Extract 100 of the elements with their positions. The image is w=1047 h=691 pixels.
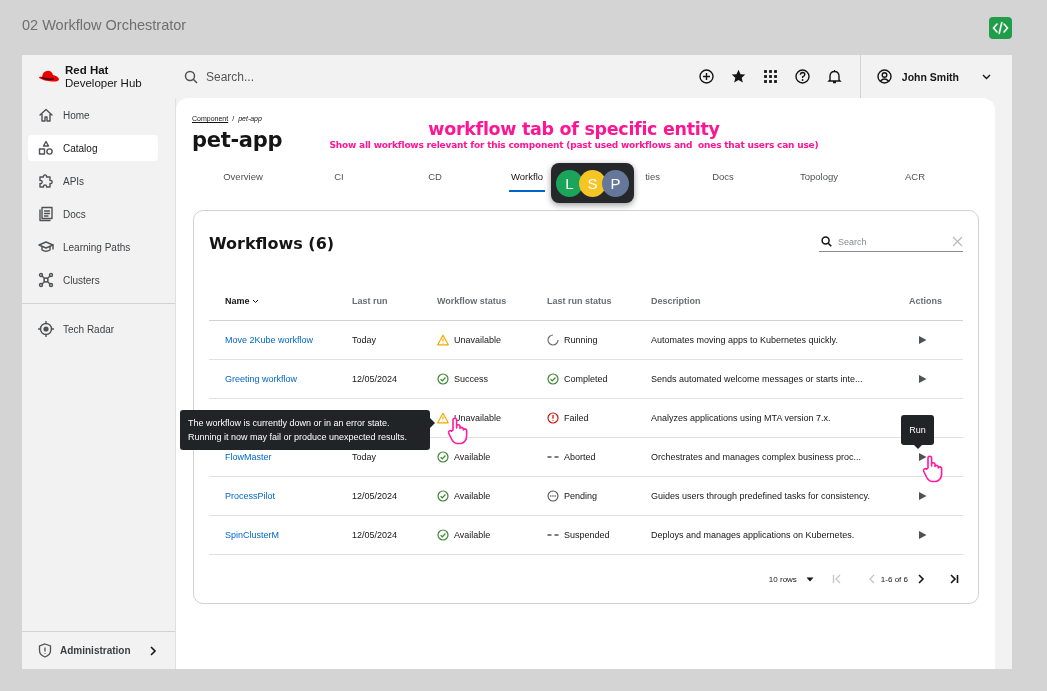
nav-item[interactable]: Docs	[28, 201, 158, 227]
description-text: Sends automated welcome messages or starts inte...	[651, 374, 863, 384]
admin-nav-item[interactable]: Administration	[22, 631, 175, 669]
workflow-link[interactable]: FlowMaster	[225, 452, 272, 462]
tab[interactable]: Workflo	[509, 163, 546, 192]
status-label: Available	[454, 491, 491, 501]
hand-cursor-icon	[922, 455, 944, 483]
entity-title: pet-app	[192, 128, 284, 152]
tab[interactable]: CI	[332, 163, 346, 192]
description-text: Guides users through predefined tasks for consistency.	[651, 491, 870, 501]
shield-icon	[38, 643, 52, 658]
tab[interactable]: ACR	[902, 163, 928, 192]
user-name[interactable]: John Smith	[901, 70, 959, 83]
workflow-link[interactable]: ProcessPilot	[225, 491, 276, 501]
hat-logo-icon	[38, 68, 60, 85]
tab[interactable]: CD	[426, 163, 444, 192]
status-label: Suspended	[564, 530, 610, 540]
collaborator-avatar[interactable]: P	[602, 169, 629, 197]
shapes-icon	[38, 140, 54, 156]
last-page-icon[interactable]	[949, 574, 959, 584]
column-header[interactable]: Description	[651, 296, 701, 306]
play-icon[interactable]	[918, 374, 927, 384]
canvas-title: 02 Workflow Orchestrator	[22, 17, 187, 35]
check-circle-icon	[437, 490, 449, 502]
status-label: Running	[564, 335, 598, 345]
search-field[interactable]: Search	[819, 232, 963, 252]
nav-item[interactable]: Home	[28, 102, 158, 128]
rows-per-page[interactable]: 10 rows	[768, 574, 797, 584]
error-circle-icon	[547, 412, 559, 424]
play-icon[interactable]	[918, 335, 927, 345]
brand-name: Red Hat	[65, 63, 110, 77]
plus-circle-icon[interactable]	[698, 69, 714, 84]
spinner-icon	[547, 334, 559, 346]
target-icon	[38, 321, 54, 337]
graduation-cap-icon	[38, 239, 54, 255]
status-label: Available	[454, 530, 491, 540]
grid-icon[interactable]	[762, 69, 778, 84]
tab[interactable]: ties	[643, 163, 662, 192]
description-text: Analyzes applications using MTA version 7.x.	[651, 413, 831, 423]
check-circle-icon	[547, 373, 559, 385]
column-header[interactable]: Last run	[352, 296, 388, 306]
user-avatar-icon	[876, 69, 892, 84]
search-icon[interactable]	[184, 69, 198, 84]
home-icon	[38, 107, 54, 123]
status-label: Aborted	[564, 452, 596, 462]
nav-item[interactable]: Tech Radar	[28, 316, 158, 342]
nav-item[interactable]: Catalog	[28, 135, 158, 161]
check-circle-icon	[437, 451, 449, 463]
last-run-date: 12/05/2024	[352, 530, 398, 540]
brand-name: Developer Hub	[65, 76, 142, 90]
dots-circle-icon	[547, 490, 559, 502]
description-text: Automates moving apps to Kubernetes quickly.	[651, 335, 838, 345]
last-run-date: 12/05/2024	[352, 374, 398, 384]
status-label: Unavailable	[454, 413, 502, 423]
play-icon[interactable]	[918, 530, 927, 540]
tab[interactable]: Topology	[798, 163, 840, 192]
workflow-link[interactable]: Greeting workflow	[225, 374, 298, 384]
annotation-note: Show all workflows relevant for this component (past used workflows and ones that users can use)	[329, 140, 819, 150]
search-icon	[821, 236, 832, 247]
sort-caret-icon	[251, 297, 259, 305]
card-title: Workflows (6)	[209, 232, 335, 253]
status-label: Success	[454, 374, 488, 384]
workflow-link[interactable]: SpinClusterM	[225, 530, 280, 540]
check-circle-icon	[437, 529, 449, 541]
help-icon[interactable]	[794, 69, 810, 84]
star-icon[interactable]	[730, 69, 746, 84]
caret-down-icon[interactable]	[805, 576, 814, 582]
tab[interactable]: Docs	[710, 163, 736, 192]
chevron-right-icon	[149, 645, 157, 656]
status-label: Pending	[564, 491, 598, 501]
nav-item[interactable]: Learning Paths	[28, 234, 158, 260]
column-header[interactable]: Last run status	[547, 296, 612, 306]
page-range: 1-6 of 6	[880, 574, 908, 584]
status-label: Completed	[564, 374, 608, 384]
code-icon[interactable]	[989, 16, 1012, 39]
column-header[interactable]: Name	[225, 296, 259, 306]
description-text: Orchestrates and manages complex business proc...	[651, 452, 862, 462]
play-icon[interactable]	[918, 452, 927, 462]
play-icon[interactable]	[918, 491, 927, 501]
status-label: Failed	[564, 413, 589, 423]
documents-icon	[38, 206, 54, 222]
bell-icon[interactable]	[826, 69, 842, 84]
nav-item[interactable]: Clusters	[28, 267, 158, 293]
warning-tooltip: The workflow is currently down or in an error state. Running it now may fail or produce unexpected results.	[180, 410, 435, 450]
check-circle-icon	[437, 373, 449, 385]
search-placeholder[interactable]: Search...	[206, 69, 255, 84]
last-run-date: Today	[352, 335, 377, 345]
nav-item[interactable]: APIs	[28, 168, 158, 194]
workflow-link[interactable]: Move 2Kube workflow	[225, 335, 314, 345]
annotation-heading: workflow tab of specific entity	[428, 119, 720, 139]
run-tooltip: Run	[901, 415, 934, 449]
column-header[interactable]: Workflow status	[437, 296, 507, 306]
puzzle-icon	[38, 173, 54, 189]
column-header[interactable]: Actions	[909, 296, 942, 306]
tab[interactable]: Overview	[221, 163, 265, 192]
last-run-date: Today	[352, 452, 377, 462]
status-label: Unavailable	[454, 335, 502, 345]
next-page-icon[interactable]	[917, 574, 925, 584]
description-text: Deploys and manages applications on Kubernetes.	[651, 530, 855, 540]
warning-icon	[437, 334, 449, 346]
